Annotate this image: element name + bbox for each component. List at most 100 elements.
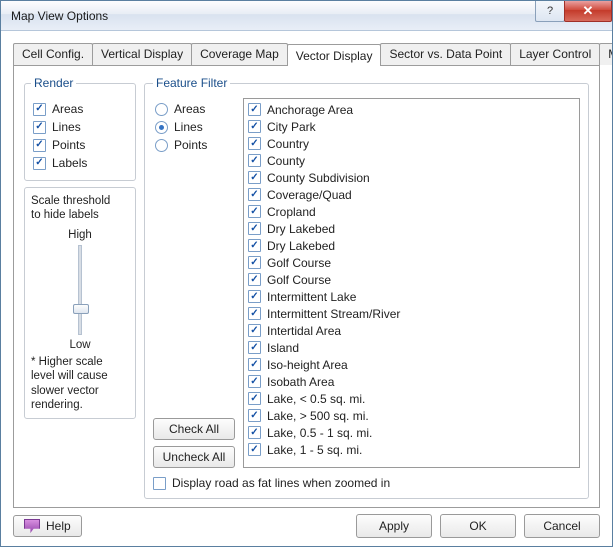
list-item[interactable]: City Park	[246, 118, 577, 135]
list-item-checkbox[interactable]	[248, 443, 261, 456]
list-item[interactable]: County	[246, 152, 577, 169]
list-item-checkbox[interactable]	[248, 392, 261, 405]
list-item[interactable]: Intermittent Stream/River	[246, 305, 577, 322]
list-item-label: Coverage/Quad	[267, 188, 352, 202]
list-item[interactable]: Lake, < 0.5 sq. mi.	[246, 390, 577, 407]
list-item[interactable]: Iso-height Area	[246, 356, 577, 373]
list-item[interactable]: Isobath Area	[246, 373, 577, 390]
list-item-checkbox[interactable]	[248, 188, 261, 201]
list-item-checkbox[interactable]	[248, 341, 261, 354]
list-item[interactable]: Lake, 0.5 - 1 sq. mi.	[246, 424, 577, 441]
window-title: Map View Options	[11, 9, 536, 23]
list-item[interactable]: Golf Course	[246, 254, 577, 271]
uncheck-all-button[interactable]: Uncheck All	[153, 446, 235, 468]
list-item-checkbox[interactable]	[248, 154, 261, 167]
list-item-checkbox[interactable]	[248, 205, 261, 218]
display-road-checkbox[interactable]	[153, 477, 166, 490]
list-item-checkbox[interactable]	[248, 324, 261, 337]
ok-button[interactable]: OK	[440, 514, 516, 538]
dialog-window: Map View Options ? ✕ Cell Config.Vertica…	[0, 0, 613, 547]
list-item-label: Cropland	[267, 205, 316, 219]
list-item-label: Dry Lakebed	[267, 239, 335, 253]
filter-radio-lines-row[interactable]: Lines	[155, 120, 233, 134]
list-item[interactable]: Dry Lakebed	[246, 237, 577, 254]
list-item-label: Country	[267, 137, 309, 151]
tab-bar: Cell Config.Vertical DisplayCoverage Map…	[13, 43, 600, 66]
render-group: Render AreasLinesPointsLabels	[24, 76, 136, 181]
list-item-label: Lake, < 0.5 sq. mi.	[267, 392, 365, 406]
list-item-checkbox[interactable]	[248, 358, 261, 371]
list-item[interactable]: Island	[246, 339, 577, 356]
list-item[interactable]: Lake, > 500 sq. mi.	[246, 407, 577, 424]
list-item-checkbox[interactable]	[248, 375, 261, 388]
scale-high-label: High	[68, 229, 92, 241]
render-labels-label: Labels	[52, 156, 87, 170]
check-all-button[interactable]: Check All	[153, 418, 235, 440]
list-item-checkbox[interactable]	[248, 409, 261, 422]
filter-radio-areas[interactable]	[155, 103, 168, 116]
render-lines-checkbox[interactable]	[33, 121, 46, 134]
render-points-checkbox[interactable]	[33, 139, 46, 152]
list-item-checkbox[interactable]	[248, 290, 261, 303]
filter-radio-areas-label: Areas	[174, 102, 205, 116]
tab-misc[interactable]: Misc.	[599, 43, 612, 65]
render-areas-row[interactable]: Areas	[33, 102, 127, 116]
list-item[interactable]: Golf Course	[246, 271, 577, 288]
list-item-checkbox[interactable]	[248, 239, 261, 252]
list-item[interactable]: Intermittent Lake	[246, 288, 577, 305]
list-item-checkbox[interactable]	[248, 307, 261, 320]
slider-thumb[interactable]	[73, 304, 89, 314]
list-item[interactable]: Intertidal Area	[246, 322, 577, 339]
list-item-checkbox[interactable]	[248, 426, 261, 439]
feature-list[interactable]: Anchorage AreaCity Park Country County Coun…	[243, 98, 580, 468]
tab-vertical-display[interactable]: Vertical Display	[92, 43, 192, 65]
list-item[interactable]: Country	[246, 135, 577, 152]
tab-layer-control[interactable]: Layer Control	[510, 43, 600, 65]
display-road-label: Display road as fat lines when zoomed in	[172, 476, 390, 490]
help-button[interactable]: Help	[13, 515, 82, 537]
list-item[interactable]: Dry Lakebed	[246, 220, 577, 237]
list-item-label: Anchorage Area	[267, 103, 353, 117]
tab-vector-display[interactable]: Vector Display	[287, 44, 382, 66]
dialog-body: Cell Config.Vertical DisplayCoverage Map…	[1, 31, 612, 546]
help-icon	[24, 519, 40, 533]
titlebar-help-button[interactable]: ?	[535, 1, 565, 22]
list-item-checkbox[interactable]	[248, 120, 261, 133]
slider-track[interactable]	[78, 245, 82, 335]
list-item[interactable]: Coverage/Quad	[246, 186, 577, 203]
tab-coverage-map[interactable]: Coverage Map	[191, 43, 288, 65]
list-item-checkbox[interactable]	[248, 103, 261, 116]
list-item-label: Golf Course	[267, 256, 331, 270]
render-lines-row[interactable]: Lines	[33, 120, 127, 134]
filter-radio-lines[interactable]	[155, 121, 168, 134]
list-item[interactable]: Anchorage Area	[246, 101, 577, 118]
display-road-row[interactable]: Display road as fat lines when zoomed in	[153, 476, 580, 490]
list-item-checkbox[interactable]	[248, 256, 261, 269]
list-item[interactable]: County Subdivision	[246, 169, 577, 186]
tab-sector-vs-data-point[interactable]: Sector vs. Data Point	[380, 43, 511, 65]
render-labels-row[interactable]: Labels	[33, 156, 127, 170]
list-item-label: Lake, 1 - 5 sq. mi.	[267, 443, 362, 457]
list-item-checkbox[interactable]	[248, 273, 261, 286]
render-labels-checkbox[interactable]	[33, 157, 46, 170]
feature-filter-legend: Feature Filter	[153, 76, 230, 90]
list-item[interactable]: Cropland	[246, 203, 577, 220]
render-points-row[interactable]: Points	[33, 138, 127, 152]
list-item-checkbox[interactable]	[248, 171, 261, 184]
cancel-button[interactable]: Cancel	[524, 514, 600, 538]
filter-radio-areas-row[interactable]: Areas	[155, 102, 233, 116]
scale-slider[interactable]: High Low	[31, 229, 129, 351]
apply-button[interactable]: Apply	[356, 514, 432, 538]
render-areas-checkbox[interactable]	[33, 103, 46, 116]
left-column: Render AreasLinesPointsLabels Scale thre…	[24, 76, 136, 499]
list-item-checkbox[interactable]	[248, 137, 261, 150]
list-item-label: County Subdivision	[267, 171, 370, 185]
titlebar-close-button[interactable]: ✕	[564, 1, 612, 22]
list-item-checkbox[interactable]	[248, 222, 261, 235]
filter-radio-points[interactable]	[155, 139, 168, 152]
filter-radio-points-row[interactable]: Points	[155, 138, 233, 152]
list-item-label: County	[267, 154, 305, 168]
tab-cell-config[interactable]: Cell Config.	[13, 43, 93, 65]
titlebar-buttons: ? ✕	[536, 1, 612, 22]
list-item[interactable]: Lake, 1 - 5 sq. mi.	[246, 441, 577, 458]
